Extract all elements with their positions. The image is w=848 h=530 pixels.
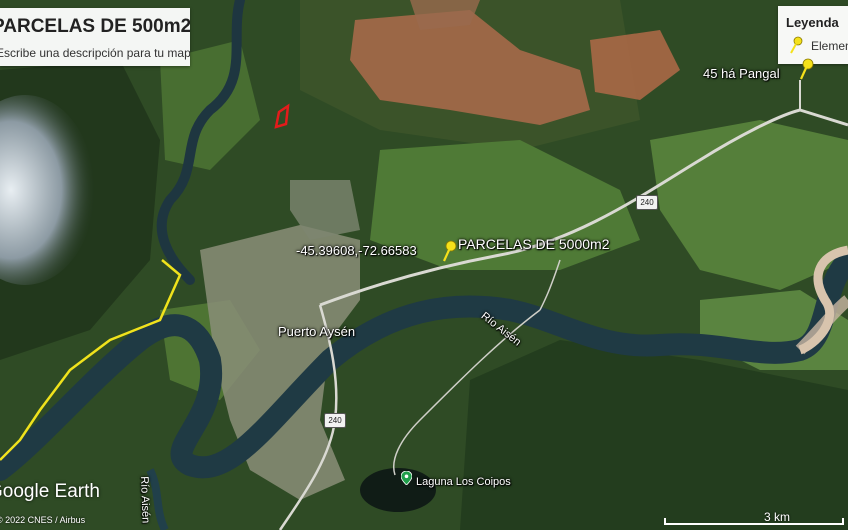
lagoon-label: Laguna Los Coipos — [416, 476, 511, 488]
parcelas-label: PARCELAS DE 5000m2 — [458, 236, 610, 252]
pangal-label: 45 há Pangal — [703, 66, 780, 81]
google-earth-logo: Google Earth — [0, 481, 100, 502]
scale-bar: 3 km — [664, 510, 844, 527]
yellow-pushpin-icon[interactable] — [797, 58, 815, 80]
route-shield: 240 — [324, 413, 346, 428]
map-viewport[interactable]: PARCELAS DE 500m2 Escribe una descripció… — [0, 0, 848, 530]
legend-title: Leyenda — [786, 15, 839, 30]
imagery-credits: © 2022 CNES / Airbus — [0, 515, 86, 525]
map-title-panel[interactable]: PARCELAS DE 500m2 Escribe una descripció… — [0, 8, 190, 66]
green-location-pin-icon[interactable] — [401, 471, 412, 485]
coordinates-label: -45.39608,-72.66583 — [296, 243, 417, 258]
scale-bar-line — [664, 518, 844, 525]
route-shield: 240 — [636, 195, 658, 210]
town-label: Puerto Aysén — [278, 324, 356, 339]
laguna-los-coipos — [360, 468, 436, 512]
yellow-pushpin-icon[interactable] — [440, 240, 458, 262]
map-title: PARCELAS DE 500m2 — [0, 16, 190, 37]
river-label-south: Río Aisén — [138, 476, 152, 524]
scale-label: 3 km — [764, 510, 791, 524]
legend-panel[interactable]: Leyenda Elementos — [778, 6, 848, 64]
legend-item-label: Elementos — [811, 39, 848, 53]
yellow-pushpin-icon — [790, 36, 803, 54]
map-description: Escribe una descripción para tu mapa. — [0, 46, 190, 60]
